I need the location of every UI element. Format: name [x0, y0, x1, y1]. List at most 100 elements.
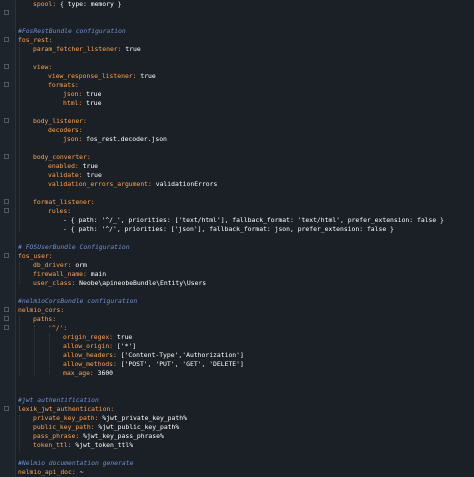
fold-marker-icon[interactable] — [4, 37, 9, 42]
code-line: db_driver: orm — [18, 261, 474, 270]
code-line: public_key_path: %jwt_public_key_path% — [18, 423, 474, 432]
yaml-value: ~ — [75, 468, 84, 476]
code-line: allow_methods: ['POST', 'PUT', 'GET', 'D… — [18, 360, 474, 369]
code-line: nelmio_api_doc: ~ — [18, 468, 474, 477]
code-line: max_age: 3600 — [18, 369, 474, 378]
yaml-key: origin_regex: — [63, 333, 114, 341]
code-comment: #nelmioCorsBundle configuration — [18, 297, 138, 305]
yaml-key: lexik_jwt_authentication: — [18, 405, 115, 413]
yaml-value: %jwt_key_pass_phrase% — [79, 432, 164, 440]
yaml-key: db_driver: — [33, 261, 72, 269]
yaml-key: formats: — [48, 81, 79, 89]
yaml-key: decoders: — [48, 126, 83, 134]
yaml-key: public_key_path: — [33, 423, 95, 431]
code-line: #nelmioCorsBundle configuration — [18, 297, 474, 306]
code-line: #jwt authentification — [18, 396, 474, 405]
yaml-value: { type: memory } — [56, 0, 122, 8]
code-line: '^/': — [18, 324, 474, 333]
yaml-key: nelmio_cors: — [18, 306, 65, 314]
fold-marker-icon[interactable] — [4, 307, 9, 312]
code-line: spool: { type: memory } — [18, 0, 474, 9]
code-line: # FOSUserBundle Configuration — [18, 243, 474, 252]
code-line: allow_headers: ['Content-Type','Authoriz… — [18, 351, 474, 360]
yaml-key: body_converter: — [33, 153, 91, 161]
yaml-value: ['Content-Type','Authorization'] — [116, 351, 244, 359]
fold-marker-icon[interactable] — [4, 208, 9, 213]
yaml-value: Neobe\apineobeBundle\Entity\Users — [75, 279, 207, 287]
code-line: enabled: true — [18, 162, 474, 171]
code-editor[interactable]: spool: { type: memory } #FosRestBundle co… — [18, 0, 474, 477]
yaml-key: view_response_listener: — [48, 72, 137, 80]
yaml-value: %jwt_private_key_path% — [98, 414, 187, 422]
fold-marker-icon[interactable] — [4, 325, 9, 330]
code-line: formats: — [18, 81, 474, 90]
code-line: body_converter: — [18, 153, 474, 162]
yaml-key: format_listener: — [33, 198, 95, 206]
code-line: - { path: '^/_', priorities: ['text/html… — [18, 216, 474, 225]
code-comment: #jwt authentification — [18, 396, 99, 404]
fold-marker-icon[interactable] — [4, 199, 9, 204]
yaml-key: validation_errors_argument: — [48, 180, 152, 188]
yaml-key: validate: — [48, 171, 83, 179]
code-line: #FosRestBundle configuration — [18, 27, 474, 36]
fold-marker-icon[interactable] — [4, 253, 9, 258]
yaml-key: allow_origin: — [63, 342, 114, 350]
yaml-value: true — [78, 162, 99, 170]
yaml-key: fos_rest: — [18, 36, 53, 44]
yaml-value: true — [82, 171, 102, 179]
yaml-key: token_ttl: — [33, 441, 72, 449]
code-comment: #Nelmio documentation generate — [18, 459, 134, 467]
fold-marker-icon[interactable] — [4, 82, 9, 87]
yaml-value: true — [121, 45, 141, 53]
code-line: validate: true — [18, 171, 474, 180]
yaml-value: %jwt_token_ttl% — [71, 441, 134, 449]
code-line: decoders: — [18, 126, 474, 135]
fold-marker-icon[interactable] — [4, 154, 9, 159]
code-line: html: true — [18, 99, 474, 108]
yaml-key: view: — [33, 63, 53, 71]
code-line: param_fetcher_listener: true — [18, 45, 474, 54]
yaml-key: '^/': — [48, 324, 68, 332]
code-line: json: true — [18, 90, 474, 99]
yaml-key: param_fetcher_listener: — [33, 45, 122, 53]
yaml-key: json: — [63, 90, 83, 98]
fold-marker-icon[interactable] — [4, 406, 9, 411]
yaml-key: max_age: — [63, 369, 94, 377]
yaml-value: ['*'] — [113, 342, 137, 350]
code-line: firewall_name: main — [18, 270, 474, 279]
yaml-key: user_class: — [33, 279, 76, 287]
yaml-value: %jwt_public_key_path% — [94, 423, 180, 431]
yaml-value: - { path: '^/', priorities: ['json'], fa… — [63, 225, 394, 233]
yaml-value: true — [82, 99, 102, 107]
code-line: lexik_jwt_authentication: — [18, 405, 474, 414]
yaml-key: rules: — [48, 207, 72, 215]
yaml-value: 3600 — [93, 369, 114, 377]
yaml-value: true — [113, 333, 133, 341]
code-line: fos_rest: — [18, 36, 474, 45]
yaml-key: allow_methods: — [63, 360, 117, 368]
yaml-value: - { path: '^/_', priorities: ['text/html… — [63, 216, 444, 224]
code-line: view_response_listener: true — [18, 72, 474, 81]
code-line: body_listener: — [18, 117, 474, 126]
yaml-value: main — [86, 270, 107, 278]
fold-marker-icon[interactable] — [4, 316, 9, 321]
yaml-key: body_listener: — [33, 117, 87, 125]
yaml-key: spool: — [33, 0, 57, 8]
code-line: json: fos_rest.decoder.json — [18, 135, 474, 144]
yaml-key: pass_phrase: — [33, 432, 80, 440]
code-line: pass_phrase: %jwt_key_pass_phrase% — [18, 432, 474, 441]
fold-marker-icon[interactable] — [4, 118, 9, 123]
code-line: view: — [18, 63, 474, 72]
code-comment: #FosRestBundle configuration — [18, 27, 126, 35]
editor-gutter — [0, 0, 16, 477]
fold-marker-icon[interactable] — [4, 64, 9, 69]
code-line: #Nelmio documentation generate — [18, 459, 474, 468]
fold-marker-icon[interactable] — [4, 10, 9, 15]
